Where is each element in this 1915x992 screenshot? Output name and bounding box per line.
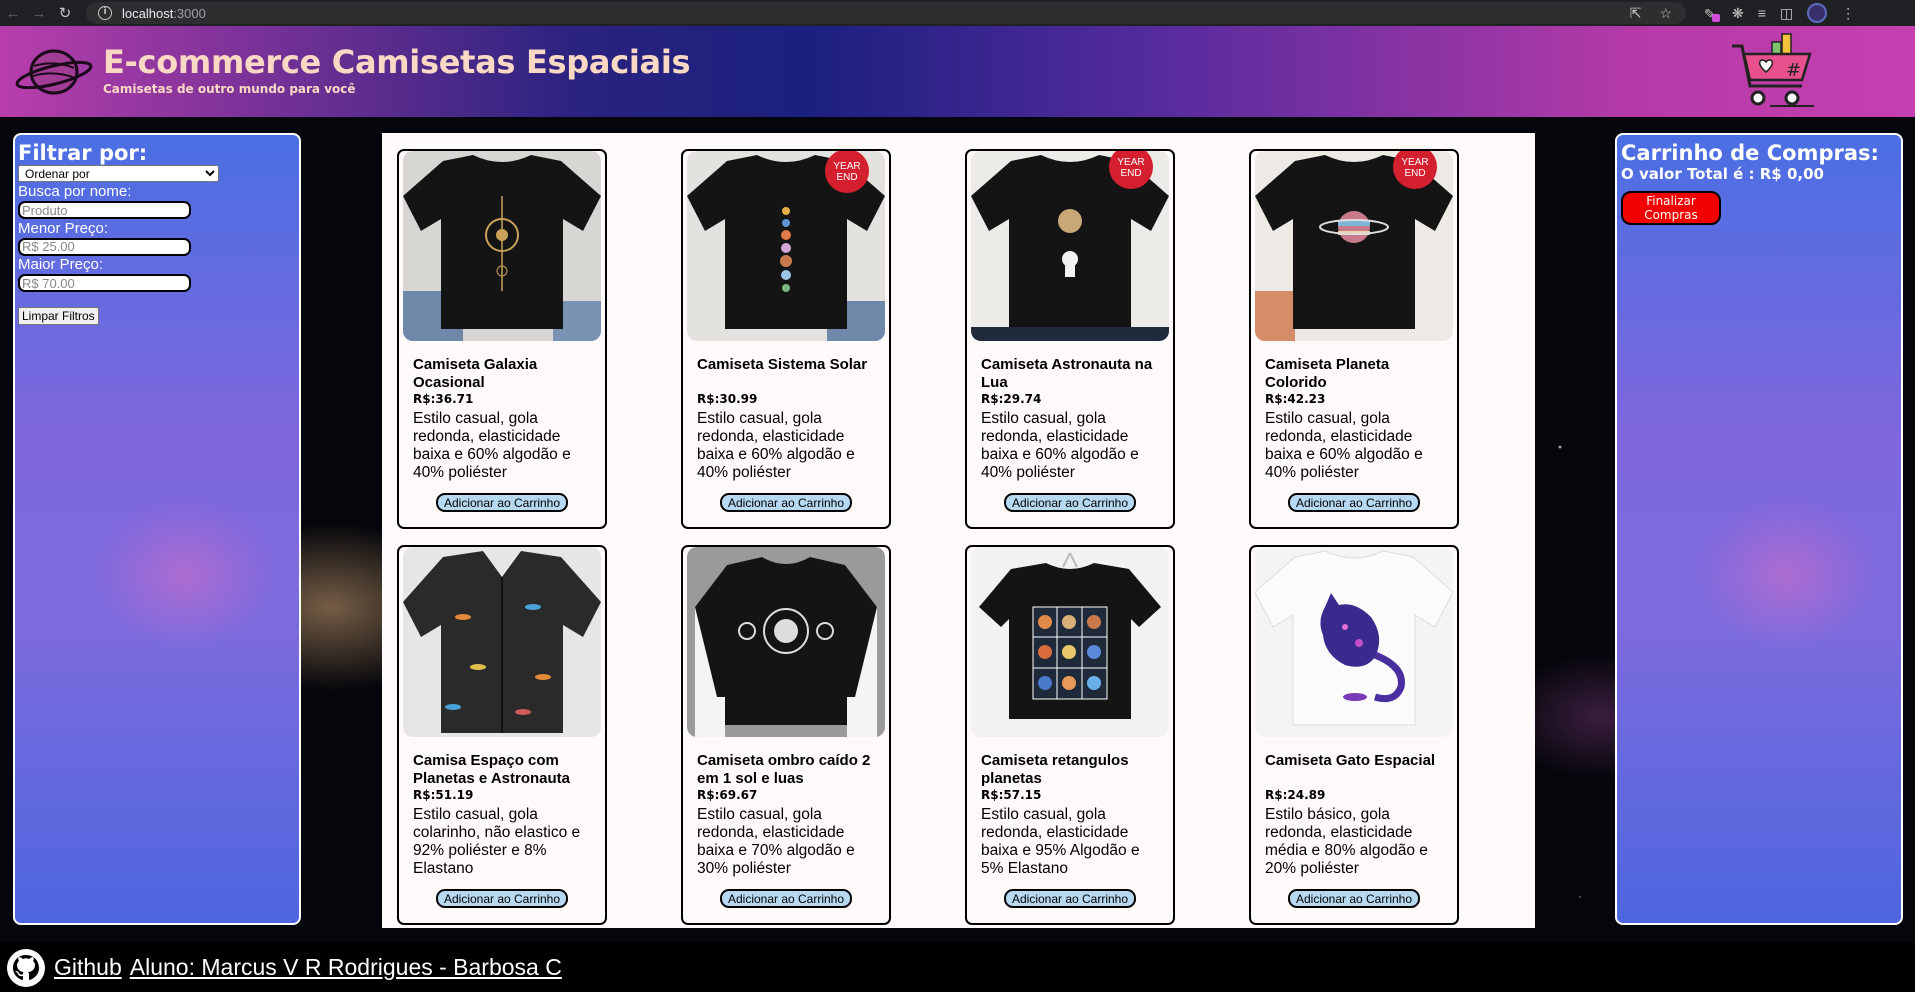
sun-moon-shirt-image bbox=[687, 547, 885, 737]
product-card: Camiseta Gato Espacial R$:24.89 Estilo b… bbox=[1249, 545, 1459, 925]
product-price: R$:42.23 bbox=[1265, 392, 1326, 406]
finish-purchase-button[interactable]: Finalizar Compras bbox=[1621, 191, 1721, 225]
product-price: R$:30.99 bbox=[697, 392, 758, 406]
add-to-cart-button[interactable]: Adicionar ao Carrinho bbox=[1004, 889, 1136, 908]
search-input[interactable] bbox=[18, 201, 191, 219]
galaxy-shirt-image bbox=[403, 151, 601, 341]
badge-year: YEAR bbox=[1401, 157, 1428, 168]
product-price: R$:24.89 bbox=[1265, 788, 1326, 802]
max-price-input[interactable] bbox=[18, 274, 191, 292]
product-name: Camiseta retangulos planetas bbox=[981, 752, 1129, 787]
add-to-cart-button[interactable]: Adicionar ao Carrinho bbox=[1288, 889, 1420, 908]
address-bar[interactable]: i localhost:3000 ⇱ ☆ bbox=[86, 2, 1686, 24]
product-name: Camiseta Planeta Colorido bbox=[1265, 356, 1390, 391]
product-price: R$:57.15 bbox=[981, 788, 1042, 802]
badge-year: YEAR bbox=[833, 161, 860, 172]
product-name: Camiseta Sistema Solar bbox=[697, 356, 868, 373]
add-to-cart-button[interactable]: Adicionar ao Carrinho bbox=[720, 493, 852, 512]
svg-text:#: # bbox=[1786, 60, 1801, 81]
product-name: Camiseta ombro caído 2 em 1 sol e luas bbox=[697, 752, 871, 787]
product-description: Estilo casual, gola redonda, elasticidad… bbox=[697, 410, 855, 481]
github-link[interactable]: Github bbox=[54, 954, 122, 981]
extensions-puzzle-icon[interactable]: ❋ bbox=[1732, 5, 1744, 22]
product-price: R$:29.74 bbox=[981, 392, 1042, 406]
cart-panel: Carrinho de Compras: O valor Total é : R… bbox=[1615, 133, 1903, 925]
add-to-cart-button[interactable]: Adicionar ao Carrinho bbox=[436, 889, 568, 908]
menu-kebab-icon[interactable]: ⋮ bbox=[1841, 5, 1855, 22]
clear-filters-button[interactable]: Limpar Filtros bbox=[18, 306, 99, 325]
filter-title: Filtrar por: bbox=[18, 141, 148, 165]
product-description: Estilo casual, gola redonda, elasticidad… bbox=[1265, 410, 1423, 481]
add-to-cart-button[interactable]: Adicionar ao Carrinho bbox=[436, 493, 568, 512]
planet-grid-shirt-image bbox=[971, 547, 1169, 737]
product-description: Estilo casual, gola redonda, elasticidad… bbox=[981, 410, 1139, 481]
space-cat-shirt-image bbox=[1255, 547, 1453, 737]
shopping-cart-icon[interactable]: # bbox=[1730, 32, 1816, 112]
cart-total: O valor Total é : R$ 0,00 bbox=[1621, 165, 1824, 183]
product-description: Estilo casual, gola redonda, elasticidad… bbox=[413, 410, 571, 481]
badge-end: END bbox=[1404, 168, 1425, 179]
add-to-cart-button[interactable]: Adicionar ao Carrinho bbox=[1288, 493, 1420, 512]
product-card: Camisa Espaço com Planetas e Astronauta … bbox=[397, 545, 607, 925]
product-card: Camiseta retangulos planetas R$:57.15 Es… bbox=[965, 545, 1175, 925]
bookmark-star-icon[interactable]: ☆ bbox=[1659, 5, 1672, 22]
product-card: YEAR END Camiseta Planeta Colorido R$:42… bbox=[1249, 149, 1459, 529]
back-arrow-icon[interactable]: ← bbox=[0, 5, 26, 22]
space-button-shirt-image bbox=[403, 547, 601, 737]
min-price-input[interactable] bbox=[18, 237, 191, 256]
badge-end: END bbox=[1120, 168, 1141, 179]
product-card: YEAR END Camiseta Astronauta na Lua R$:2… bbox=[965, 149, 1175, 529]
product-price: R$:51.19 bbox=[413, 788, 474, 802]
product-price: R$:36.71 bbox=[413, 392, 474, 406]
search-label: Busca por nome: bbox=[18, 183, 132, 200]
product-card: Camiseta Galaxia Ocasional R$:36.71 Esti… bbox=[397, 149, 607, 529]
reload-icon[interactable]: ↻ bbox=[52, 4, 78, 22]
planet-logo-icon bbox=[15, 49, 93, 95]
order-select[interactable]: Ordenar por bbox=[18, 165, 219, 182]
product-name: Camiseta Galaxia Ocasional bbox=[413, 356, 538, 391]
solar-system-shirt-image: YEAR END bbox=[687, 151, 885, 341]
site-subtitle: Camisetas de outro mundo para você bbox=[103, 82, 356, 96]
forward-arrow-icon[interactable]: → bbox=[26, 5, 52, 22]
extension-pen-icon[interactable]: ✎ bbox=[1704, 6, 1720, 22]
author-link[interactable]: Aluno: Marcus V R Rodrigues - Barbosa C bbox=[130, 954, 562, 981]
min-price-label: Menor Preço: bbox=[18, 219, 109, 237]
github-icon[interactable] bbox=[6, 948, 46, 988]
add-to-cart-button[interactable]: Adicionar ao Carrinho bbox=[1004, 493, 1136, 512]
cart-title: Carrinho de Compras: bbox=[1621, 141, 1879, 165]
add-to-cart-button[interactable]: Adicionar ao Carrinho bbox=[720, 889, 852, 908]
reading-list-icon[interactable]: ≡ bbox=[1758, 5, 1766, 21]
product-price: R$:69.67 bbox=[697, 788, 758, 802]
astronaut-shirt-image: YEAR END bbox=[971, 151, 1169, 341]
planet-shirt-image: YEAR END bbox=[1255, 151, 1453, 341]
badge-year: YEAR bbox=[1117, 157, 1144, 168]
url-port: :3000 bbox=[173, 5, 206, 21]
product-name: Camisa Espaço com Planetas e Astronauta bbox=[413, 752, 570, 787]
site-header: E-commerce Camisetas Espaciais Camisetas… bbox=[0, 26, 1915, 117]
url-host: localhost bbox=[122, 5, 174, 21]
product-description: Estilo casual, gola redonda, elasticidad… bbox=[981, 806, 1140, 877]
side-panel-icon[interactable]: ◫ bbox=[1780, 5, 1793, 22]
badge-end: END bbox=[836, 172, 857, 183]
product-name: Camiseta Gato Espacial bbox=[1265, 752, 1436, 769]
site-title: E-commerce Camisetas Espaciais bbox=[103, 43, 691, 81]
product-description: Estilo casual, gola colarinho, não elast… bbox=[413, 806, 581, 877]
product-card: Camiseta ombro caído 2 em 1 sol e luas R… bbox=[681, 545, 891, 925]
product-name: Camiseta Astronauta na Lua bbox=[981, 356, 1153, 391]
product-grid: Camiseta Galaxia Ocasional R$:36.71 Esti… bbox=[382, 133, 1535, 928]
site-info-icon[interactable]: i bbox=[98, 6, 112, 20]
product-card: YEAR END Camiseta Sistema Solar R$:30.99… bbox=[681, 149, 891, 529]
profile-avatar[interactable] bbox=[1807, 3, 1828, 23]
product-description: Estilo básico, gola redonda, elasticidad… bbox=[1265, 806, 1428, 877]
max-price-label: Maior Preço: bbox=[18, 256, 104, 273]
site-footer: Github Aluno: Marcus V R Rodrigues - Bar… bbox=[0, 943, 1915, 992]
browser-toolbar: ← → ↻ i localhost:3000 ⇱ ☆ ✎ ❋ ≡ ◫ ⋮ bbox=[0, 0, 1915, 26]
share-icon[interactable]: ⇱ bbox=[1630, 5, 1642, 22]
filter-panel: Filtrar por: Ordenar por Busca por nome:… bbox=[13, 133, 301, 925]
product-description: Estilo casual, gola redonda, elasticidad… bbox=[697, 806, 855, 877]
